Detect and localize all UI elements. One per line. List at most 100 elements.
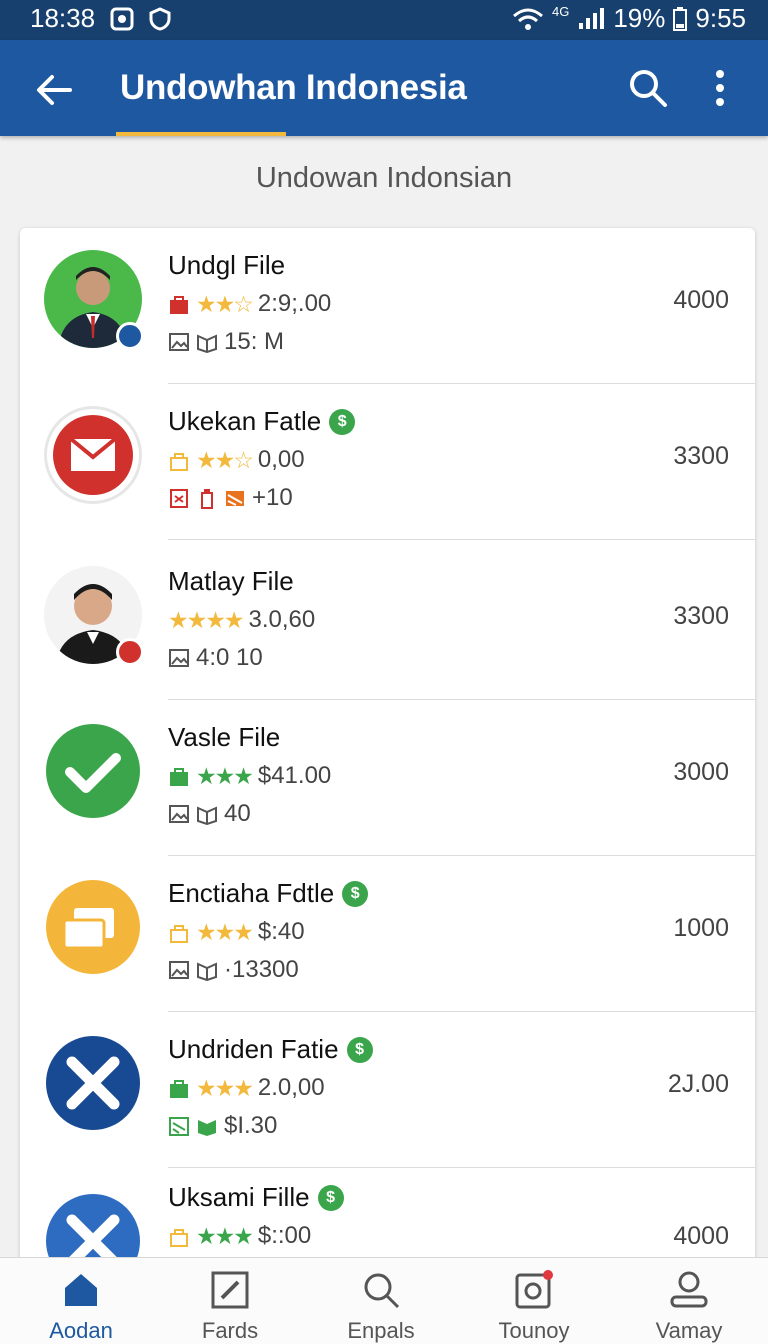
item-name: Matlay File [168,566,294,596]
person-icon [670,1271,708,1308]
nav-item-fards[interactable]: Fards [170,1258,290,1344]
avatar [44,250,144,350]
item-meta2: +10 [252,484,293,511]
nav-label: Aodan [49,1318,113,1343]
item-name: Enctiaha Fdtle [168,878,335,908]
app-bar: Undowhan Indonesia [0,40,768,136]
section-title: Undowan Indonsian [255,162,513,194]
item-meta1: 3.0,60 [248,606,316,633]
rating-stars: ★★★ [196,1074,254,1101]
dollar-badge-icon: $ [342,880,369,907]
item-name: Ukekan Fatle [168,406,322,436]
home-icon [65,1274,97,1306]
verified-badge-icon [116,322,144,350]
active-tab-indicator [116,132,286,136]
nav-item-enpals[interactable]: Enpals [321,1258,441,1344]
item-meta2: 4:0 10 [196,644,263,671]
rating-stars: ★★★ [196,918,254,945]
list-item[interactable]: Enctiaha Fdtle $ ★★★ $:40 ·13300 1000 [20,856,755,1012]
item-meta2: 15: M [224,328,285,355]
image-icon [169,961,189,979]
wifi-icon [513,8,543,30]
book-icon [198,1120,216,1136]
lock-icon [170,925,188,943]
file-list: Undgl File ★★☆ 2:9;.00 15: M 4000 Ukekan… [20,228,755,1268]
x-logo-icon [46,1036,140,1130]
more-vert-icon[interactable] [702,66,738,110]
avatar [44,722,142,820]
item-meta2: ·13300 [224,956,299,983]
bag-icon [170,1080,188,1098]
rating-stars: ★★☆ [196,290,254,317]
item-amount: 2J.00 [667,1070,729,1098]
status-time-left: 18:38 [30,3,96,33]
check-icon [46,724,140,818]
book-icon [197,806,217,825]
grid-icon [226,491,244,506]
item-meta1: 2:9;.00 [257,290,332,317]
nav-label: Enpals [347,1318,415,1343]
rating-stars: ★★★ [196,762,254,789]
item-meta1: 0,00 [257,446,305,473]
item-meta2: $I.30 [224,1112,278,1139]
lock-icon [170,453,188,471]
image-icon [169,333,189,351]
item-meta1: $41.00 [257,762,332,789]
image-icon [169,649,189,667]
list-item[interactable]: Undgl File ★★☆ 2:9;.00 15: M 4000 [20,228,755,384]
arrow-left-icon[interactable] [30,66,78,114]
shield-icon [149,6,171,31]
battery-icon [673,6,688,31]
item-amount: 4000 [673,286,729,314]
signal-icon [579,7,605,29]
status-bar: 18:38 4G 19% 9:55 [0,0,768,40]
nav-label: Tounoy [498,1318,570,1343]
item-name: Undriden Fatie [168,1034,339,1064]
bag-icon [170,768,188,786]
rating-stars: ★★☆ [196,446,254,473]
avatar [44,406,142,504]
list-item[interactable]: Ukekan Fatle $ ★★☆ 0,00 +10 3300 [20,384,755,540]
avatar [44,878,142,976]
dollar-badge-icon: $ [317,1184,344,1211]
nav-item-vamay[interactable]: Vamay [629,1258,749,1344]
dollar-badge-icon: $ [346,1036,373,1063]
item-amount: 3300 [673,602,729,630]
avatar [44,566,144,666]
lock-icon [170,1229,188,1247]
avatar [44,1034,142,1132]
folder-icon [46,880,140,974]
item-meta1: $:40 [257,918,305,945]
nav-item-tounoy[interactable]: Tounoy [474,1258,594,1344]
nav-label: Fards [201,1318,259,1343]
item-name: Undgl File [168,250,286,280]
nav-item-home[interactable]: Aodan [21,1258,141,1344]
image-icon [169,805,189,823]
item-name: Uksami Fille [168,1182,310,1212]
dollar-badge-icon: $ [329,408,356,435]
camera-icon [515,1270,553,1309]
screen-record-icon [110,7,134,30]
battery-percent: 19% [613,3,666,33]
bag-icon [170,296,188,314]
bottle-icon [201,489,213,509]
item-meta1: 2.0,00 [257,1074,325,1101]
list-item[interactable]: Undriden Fatie $ ★★★ 2.0,00 $I.30 2J.00 [20,1012,755,1168]
alert-badge-icon [116,638,144,666]
mail-icon [53,415,133,495]
list-item[interactable]: Uksami Fille $ ★★★ $::00 4000 [20,1168,755,1268]
item-amount: 4000 [673,1222,729,1250]
network-type: 4G [552,4,570,19]
list-item[interactable]: Vasle File ★★★ $41.00 40 3000 [20,700,755,856]
page-title: Undowhan Indonesia [120,68,467,107]
edit-icon [211,1271,249,1309]
item-meta2: 40 [224,800,251,827]
book-icon [197,962,217,981]
status-time-right: 9:55 [695,3,746,33]
book-icon [197,334,217,353]
list-item[interactable]: Matlay File ★★★★ 3.0,60 4:0 10 3300 [20,544,755,700]
item-amount: 1000 [673,914,729,942]
archive-icon [170,489,188,508]
search-icon[interactable] [626,66,670,110]
item-name: Vasle File [168,722,281,752]
